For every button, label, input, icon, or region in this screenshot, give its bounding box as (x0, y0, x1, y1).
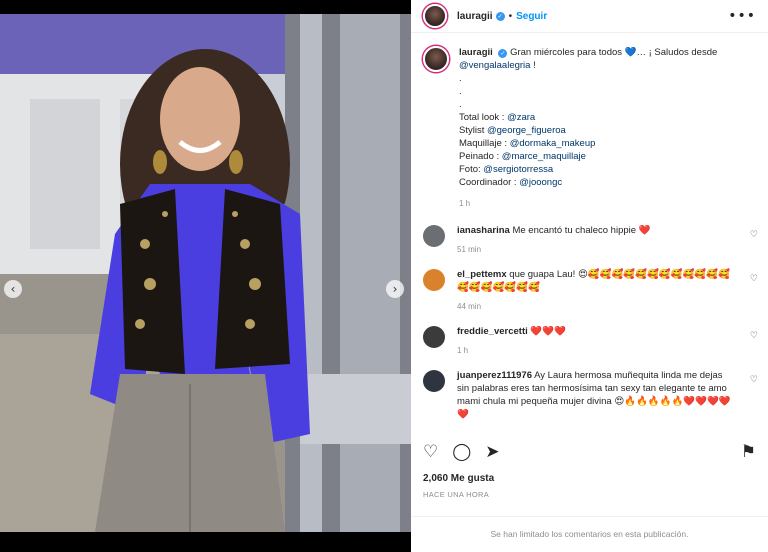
credit-line: Peinado : @marce_maquillaje (459, 150, 749, 163)
more-options-icon[interactable]: ••• (728, 8, 756, 24)
commenter-avatar[interactable] (423, 225, 445, 247)
credit-line: Coordinador : @jooongc (459, 176, 749, 189)
action-bar: ♡ ◯ ➤ ⚑ (423, 440, 756, 464)
verified-badge-icon: ✓ (495, 11, 505, 21)
comment-time: 51 min (457, 245, 482, 254)
previous-slide-button[interactable]: ‹ (4, 280, 22, 298)
post-photo[interactable]: ‹ › (0, 14, 411, 532)
commenter-avatar[interactable] (423, 326, 445, 348)
credit-label: Foto: (459, 164, 484, 175)
caption-verified-icon: ✓ (498, 49, 508, 58)
credit-handle[interactable]: @george_figueroa (487, 125, 566, 136)
caption-text: Gran miércoles para todos 💙… ¡ Saludos d… (510, 47, 718, 58)
post-caption: lauragii ✓ Gran miércoles para todos 💙… … (411, 34, 768, 210)
commenter-username[interactable]: el_pettemx (457, 269, 507, 280)
comment-body: freddie_vercetti ❤️❤️❤️ 1 h (457, 325, 737, 357)
credit-label: Maquillaje : (459, 138, 510, 149)
credit-label: Coordinador : (459, 177, 520, 188)
comment-bubble-icon[interactable]: ◯ (452, 442, 471, 462)
post-timestamp: HACE UNA HORA (423, 490, 489, 499)
follow-button[interactable]: Seguir (516, 11, 547, 22)
credit-label: Stylist (459, 125, 487, 136)
caption-dot-line: . (459, 99, 462, 110)
comment-body: ianasharina Me encantó tu chaleco hippie… (457, 224, 737, 256)
comments-scroll[interactable]: lauragii ✓ Gran miércoles para todos 💙… … (411, 34, 768, 428)
credit-handle[interactable]: @dormaka_makeup (510, 138, 596, 149)
author-avatar[interactable] (423, 4, 447, 28)
credit-handle[interactable]: @zara (507, 112, 535, 123)
comment-row: el_pettemx que guapa Lau! 😍🥰🥰🥰🥰🥰🥰🥰🥰🥰🥰🥰🥰🥰… (411, 268, 768, 313)
save-bookmark-icon[interactable]: ⚑ (741, 442, 756, 462)
chevron-right-icon: › (392, 282, 398, 296)
commenter-username[interactable]: juanperez111976 (457, 370, 532, 381)
caption-text-end: ! (530, 60, 536, 71)
comment-body: juanperez111976 Ay Laura hermosa muñequi… (457, 369, 737, 421)
comment-time: 44 min (457, 302, 482, 311)
caption-credits: Total look : @zara Stylist @george_figuer… (459, 111, 749, 189)
likes-count[interactable]: 2,060 Me gusta (423, 473, 494, 484)
caption-mention[interactable]: @vengalaalegria (459, 60, 530, 71)
credit-line: Total look : @zara (459, 111, 749, 124)
commenter-avatar[interactable] (423, 370, 445, 392)
comment-like-heart-icon[interactable]: ♡ (750, 331, 758, 341)
caption-body: lauragii ✓ Gran miércoles para todos 💙… … (459, 46, 749, 210)
comment-text: Me encantó tu chaleco hippie ❤️ (512, 225, 651, 236)
credit-handle[interactable]: @marce_maquillaje (502, 151, 586, 162)
comment-body: el_pettemx que guapa Lau! 😍🥰🥰🥰🥰🥰🥰🥰🥰🥰🥰🥰🥰🥰… (457, 268, 737, 313)
comment-text: ❤️❤️❤️ (530, 326, 566, 337)
caption-dot-line: . (459, 86, 462, 97)
caption-dot-line: . (459, 73, 462, 84)
commenter-avatar[interactable] (423, 269, 445, 291)
comment-row: freddie_vercetti ❤️❤️❤️ 1 h ♡ (411, 325, 768, 357)
comment-like-heart-icon[interactable]: ♡ (750, 375, 758, 385)
caption-username[interactable]: lauragii (459, 47, 493, 58)
post-panel: lauragii ✓ • Seguir ••• lauragii ✓ Gran … (411, 0, 768, 552)
separator-dot: • (508, 10, 513, 22)
comment-like-heart-icon[interactable]: ♡ (750, 274, 758, 284)
comment-row: ianasharina Me encantó tu chaleco hippie… (411, 224, 768, 256)
credit-label: Total look : (459, 112, 508, 123)
post-header: lauragii ✓ • Seguir ••• (411, 0, 768, 33)
credit-line: Maquillaje : @dormaka_makeup (459, 137, 749, 150)
commenter-username[interactable]: ianasharina (457, 225, 510, 236)
caption-avatar[interactable] (423, 46, 449, 72)
credit-line: Foto: @sergiotorressa (459, 163, 749, 176)
caption-time: 1 h (459, 199, 471, 208)
chevron-left-icon: ‹ (10, 282, 16, 296)
comment-time: 1 h (457, 346, 469, 355)
like-heart-icon[interactable]: ♡ (423, 442, 438, 462)
next-slide-button[interactable]: › (386, 280, 404, 298)
credit-label: Peinado : (459, 151, 502, 162)
photo-illustration (0, 14, 411, 532)
comment-row: juanperez111976 Ay Laura hermosa muñequi… (411, 369, 768, 421)
comments-limited-notice: Se han limitado los comentarios en esta … (411, 516, 768, 539)
share-send-icon[interactable]: ➤ (485, 442, 499, 462)
comment-like-heart-icon[interactable]: ♡ (750, 230, 758, 240)
credit-line: Stylist @george_figueroa (459, 124, 749, 137)
post-media: ‹ › (0, 0, 411, 552)
comment-list: ianasharina Me encantó tu chaleco hippie… (411, 224, 768, 421)
credit-handle[interactable]: @jooongc (519, 177, 562, 188)
author-username[interactable]: lauragii (457, 11, 493, 22)
caption-dot-lines: ... (459, 72, 749, 111)
commenter-username[interactable]: freddie_vercetti (457, 326, 528, 337)
credit-handle[interactable]: @sergiotorressa (483, 164, 553, 175)
